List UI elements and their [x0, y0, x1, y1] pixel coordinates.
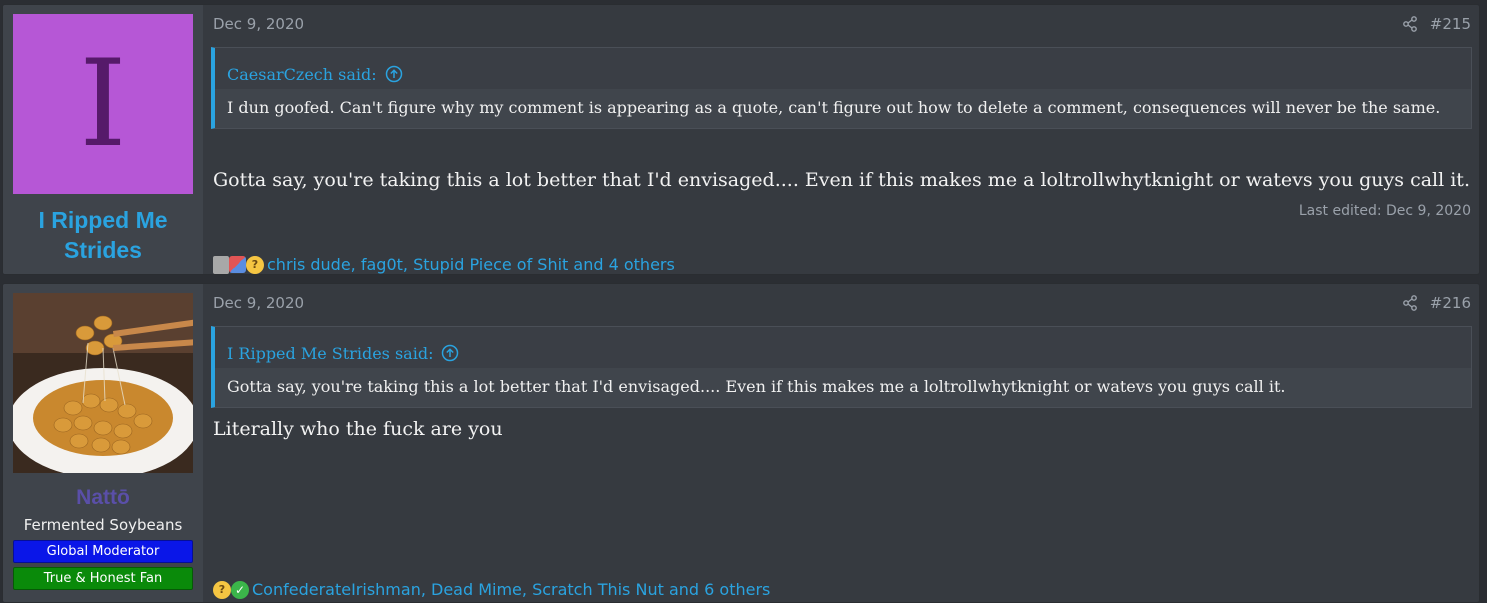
username[interactable]: Nattō [3, 483, 203, 513]
post-user-panel: I I Ripped Me Strides [3, 5, 203, 274]
post-user-panel: Nattō Fermented Soybeans Global Moderato… [3, 284, 203, 602]
post-number[interactable]: #215 [1430, 15, 1471, 33]
post-216: Nattō Fermented Soybeans Global Moderato… [2, 283, 1480, 603]
avatar[interactable]: I [13, 14, 193, 194]
banner-true-honest-fan: True & Honest Fan [13, 567, 193, 590]
last-edited: Last edited: Dec 9, 2020 [1298, 203, 1471, 219]
avatar[interactable] [13, 293, 193, 473]
post-date[interactable]: Dec 9, 2020 [213, 294, 304, 312]
post-number[interactable]: #216 [1430, 294, 1471, 312]
quote-block: CaesarCzech said: I dun goofed. Can't fi… [211, 47, 1472, 129]
share-icon[interactable] [1402, 295, 1418, 311]
thinking-emoji-icon: ? [213, 580, 231, 599]
quote-block: I Ripped Me Strides said: Gotta say, you… [211, 326, 1472, 408]
check-emoji-icon: ✓ [231, 580, 249, 599]
reactions-bar[interactable]: ? ✓ ConfederateIrishman, Dead Mime, Scra… [213, 580, 770, 599]
post-message: Gotta say, you're taking this a lot bett… [213, 169, 1470, 191]
quote-attribution[interactable]: I Ripped Me Strides said: [215, 327, 1471, 368]
username-line-2: Strides [64, 237, 142, 263]
username-line-1: I Ripped Me [38, 207, 168, 233]
post-date[interactable]: Dec 9, 2020 [213, 15, 304, 33]
arrow-up-circle-icon[interactable] [385, 65, 403, 83]
quote-attribution[interactable]: CaesarCzech said: [215, 48, 1471, 89]
share-icon[interactable] [1402, 16, 1418, 32]
gray-reaction-icon [213, 255, 229, 274]
puzzle-reaction-icon [229, 256, 246, 273]
avatar-letter: I [79, 34, 127, 174]
thinking-emoji-icon: ? [246, 255, 264, 274]
quote-author[interactable]: I Ripped Me Strides said: [227, 344, 433, 363]
post-message: Literally who the fuck are you [213, 418, 503, 440]
banner-global-moderator: Global Moderator [13, 540, 193, 563]
username[interactable]: I Ripped Me Strides [3, 205, 203, 265]
reaction-icons: ? [213, 255, 264, 274]
arrow-up-circle-icon[interactable] [441, 344, 459, 362]
reaction-icons: ? ✓ [213, 580, 249, 599]
quote-text: I dun goofed. Can't figure why my commen… [215, 89, 1471, 128]
quote-text: Gotta say, you're taking this a lot bett… [215, 368, 1471, 407]
reactions-list[interactable]: chris dude, fag0t, Stupid Piece of Shit … [267, 255, 675, 274]
quote-author[interactable]: CaesarCzech said: [227, 65, 377, 84]
reactions-bar[interactable]: ? chris dude, fag0t, Stupid Piece of Shi… [213, 255, 675, 274]
post-215: I I Ripped Me Strides Dec 9, 2020 #215 C… [2, 4, 1480, 275]
reactions-list[interactable]: ConfederateIrishman, Dead Mime, Scratch … [252, 580, 770, 599]
user-title: Fermented Soybeans [23, 516, 183, 534]
